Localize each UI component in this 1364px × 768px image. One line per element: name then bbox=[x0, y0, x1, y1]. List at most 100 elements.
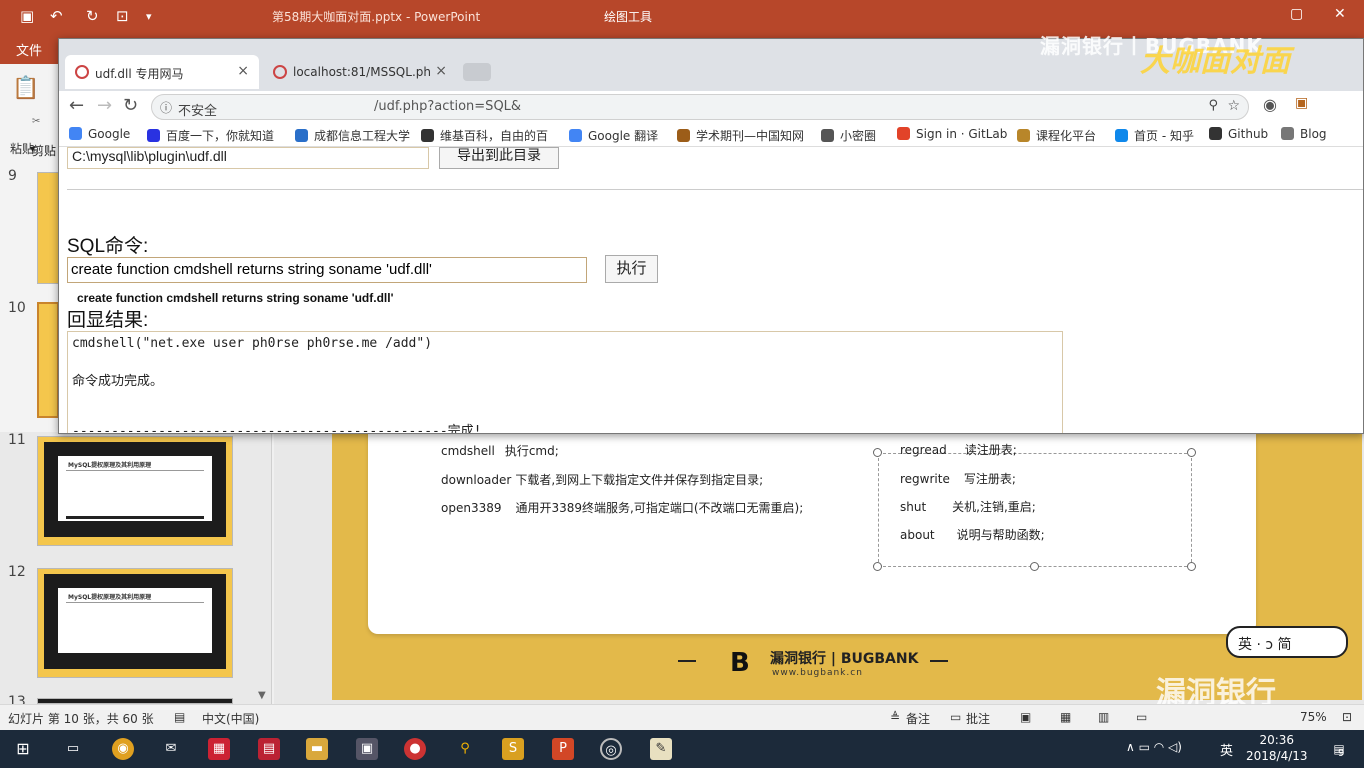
watermark-logo: 大咖面对面 bbox=[1140, 44, 1290, 79]
input-language[interactable]: 英 bbox=[1220, 740, 1233, 759]
sublime-icon[interactable]: S bbox=[502, 738, 524, 760]
resize-handle[interactable] bbox=[1187, 448, 1196, 457]
bookmark-github[interactable]: Github bbox=[1209, 127, 1268, 141]
app-icon[interactable]: ● bbox=[404, 738, 426, 760]
app-icon[interactable]: ▤ bbox=[258, 738, 280, 760]
extension-icon[interactable]: ◉ bbox=[1263, 95, 1277, 114]
customize-icon[interactable]: ▾ bbox=[146, 10, 152, 23]
notes-icon[interactable]: ≜ bbox=[890, 710, 900, 724]
navigation-bar: ← → ↻ ⓘ 不安全 /udf.php?action=SQL& ⚲ ☆ ◉ ▣ bbox=[59, 91, 1363, 121]
resize-handle[interactable] bbox=[1187, 562, 1196, 571]
slide-thumbnail-11[interactable]: MySQL提权原理及其利用原理 bbox=[37, 436, 233, 546]
reading-view-icon[interactable]: ▥ bbox=[1098, 710, 1109, 724]
present-icon[interactable]: ⊡ bbox=[116, 7, 129, 25]
paste-icon[interactable]: 📋 bbox=[12, 76, 39, 101]
new-tab-button[interactable] bbox=[463, 63, 491, 81]
tab-mssql[interactable]: localhost:81/MSSQL.ph × bbox=[263, 55, 457, 89]
notes-app-icon[interactable]: ✎ bbox=[650, 738, 672, 760]
slide-thumbnail-12[interactable]: MySQL提权原理及其利用原理 bbox=[37, 568, 233, 678]
undo-icon[interactable]: ↶ bbox=[50, 7, 63, 25]
url-text[interactable]: /udf.php?action=SQL& bbox=[374, 99, 521, 114]
search-icon[interactable]: ⚲ bbox=[454, 738, 476, 760]
bookmark-xiaomiquan[interactable]: 小密圈 bbox=[821, 127, 876, 144]
powerpoint-status-bar: 幻灯片 第 10 张，共 60 张 ▤ 中文(中国) ≜ 备注 ▭ 批注 ▣ ▦… bbox=[0, 704, 1364, 730]
resize-handle[interactable] bbox=[1030, 562, 1039, 571]
sorter-view-icon[interactable]: ▦ bbox=[1060, 710, 1071, 724]
zoom-level[interactable]: 75% bbox=[1300, 710, 1327, 724]
bookmark-star-icon[interactable]: ☆ bbox=[1227, 98, 1240, 114]
bookmark-course-platform[interactable]: 课程化平台 bbox=[1017, 127, 1096, 144]
bookmark-gitlab[interactable]: Sign in · GitLab bbox=[897, 127, 1007, 141]
clock-time: 20:36 bbox=[1259, 733, 1295, 747]
notes-button[interactable]: 备注 bbox=[906, 710, 930, 727]
bookmark-google-translate[interactable]: Google 翻译 bbox=[569, 127, 658, 144]
obs-icon[interactable]: ◎ bbox=[600, 738, 622, 760]
slide-thumbnail-10[interactable] bbox=[37, 302, 59, 418]
favicon-icon bbox=[273, 65, 287, 79]
tab-udf-webshell[interactable]: udf.dll 专用网马 × bbox=[65, 55, 259, 89]
windows-taskbar: ⊞ ▭ ◉ ✉ ▦ ▤ ▬ ▣ ● ⚲ S P ◎ ✎ ∧ ▭ ◠ ◁) 英 2… bbox=[0, 730, 1364, 768]
language-status[interactable]: 中文(中国) bbox=[202, 710, 259, 727]
plugin-path-field[interactable]: C:\mysql\lib\plugin\udf.dll bbox=[67, 147, 429, 169]
bookmark-cnki[interactable]: 学术期刊—中国知网 bbox=[677, 127, 804, 144]
tab-label: localhost:81/MSSQL.ph bbox=[293, 65, 431, 79]
sql-command-input[interactable]: create function cmdshell returns string … bbox=[67, 257, 587, 283]
resize-handle[interactable] bbox=[873, 562, 882, 571]
clock[interactable]: 20:36 2018/4/13 bbox=[1246, 732, 1308, 764]
comments-icon[interactable]: ▭ bbox=[950, 710, 961, 724]
zoom-icon[interactable]: ⚲ bbox=[1208, 98, 1218, 113]
command-row: regread 读注册表; bbox=[900, 443, 1017, 457]
save-icon[interactable]: ▣ bbox=[20, 7, 34, 25]
slide-thumbnail-9[interactable] bbox=[37, 172, 59, 284]
app-icon[interactable]: ▦ bbox=[208, 738, 230, 760]
bookmark-google[interactable]: Google bbox=[69, 127, 130, 141]
close-tab-icon[interactable]: × bbox=[237, 63, 249, 79]
extension-icon[interactable]: ▣ bbox=[1295, 95, 1308, 111]
redo-icon[interactable]: ↻ bbox=[86, 7, 99, 25]
chrome-icon[interactable]: ◉ bbox=[112, 738, 134, 760]
forward-icon[interactable]: → bbox=[97, 95, 112, 116]
slideshow-icon[interactable]: ▭ bbox=[1136, 710, 1147, 724]
bookmark-baidu[interactable]: 百度一下，你就知道 bbox=[147, 127, 274, 144]
export-button[interactable]: 导出到此目录 bbox=[439, 147, 559, 169]
cut-label[interactable]: 剪贴 bbox=[32, 142, 56, 159]
windows-start-icon[interactable]: ⊞ bbox=[12, 738, 34, 760]
slide-count: 幻灯片 第 10 张，共 60 张 bbox=[8, 712, 154, 726]
thumbnail-header: MySQL提权原理及其利用原理 bbox=[68, 462, 152, 469]
bookmark-blog[interactable]: Blog bbox=[1281, 127, 1327, 141]
comments-button[interactable]: 批注 bbox=[966, 710, 990, 727]
scroll-down-icon[interactable]: ▼ bbox=[258, 690, 266, 701]
address-bar[interactable]: ⓘ 不安全 /udf.php?action=SQL& ⚲ ☆ bbox=[151, 94, 1249, 120]
system-tray-icons[interactable]: ∧ ▭ ◠ ◁) bbox=[1126, 740, 1182, 754]
bookmark-zhihu[interactable]: 首页 - 知乎 bbox=[1115, 127, 1194, 144]
bookmark-wikipedia[interactable]: 维基百科，自由的百 bbox=[421, 127, 548, 144]
cut-icon[interactable]: ✂ bbox=[32, 116, 40, 127]
normal-view-icon[interactable]: ▣ bbox=[1020, 710, 1031, 724]
task-view-icon[interactable]: ▭ bbox=[62, 738, 84, 760]
ime-toolbar[interactable]: 英 · ɔ 简 bbox=[1226, 626, 1348, 658]
security-indicator[interactable]: 不安全 bbox=[178, 100, 217, 119]
file-explorer-icon[interactable]: ▬ bbox=[306, 738, 328, 760]
restore-icon[interactable]: ▢ bbox=[1290, 6, 1303, 22]
mail-icon[interactable]: ✉ bbox=[160, 738, 182, 760]
terminal-icon[interactable]: ▣ bbox=[356, 738, 378, 760]
info-icon[interactable]: ⓘ bbox=[160, 99, 172, 116]
powerpoint-icon[interactable]: P bbox=[552, 738, 574, 760]
slide-number-11: 11 bbox=[8, 432, 26, 448]
execute-button[interactable]: 执行 bbox=[605, 255, 658, 283]
footer-divider bbox=[930, 660, 948, 662]
bookmark-cuit[interactable]: 成都信息工程大学 bbox=[295, 127, 410, 144]
command-row: regwrite 写注册表; bbox=[900, 472, 1016, 486]
close-icon[interactable]: ✕ bbox=[1334, 6, 1346, 22]
sql-command-label: SQL命令: bbox=[67, 236, 149, 257]
resize-handle[interactable] bbox=[873, 448, 882, 457]
chrome-window: udf.dll 专用网马 × localhost:81/MSSQL.ph × ←… bbox=[58, 38, 1364, 434]
reload-icon[interactable]: ↻ bbox=[123, 95, 138, 116]
powerpoint-title-bar: ▣ ↶ ↻ ⊡ ▾ 第58期大咖面对面.pptx - PowerPoint 绘图… bbox=[0, 0, 1364, 32]
close-tab-icon[interactable]: × bbox=[435, 63, 447, 79]
back-icon[interactable]: ← bbox=[69, 95, 84, 116]
result-output-box[interactable]: cmdshell("net.exe user ph0rse ph0rse.me … bbox=[67, 331, 1063, 433]
fit-slide-icon[interactable]: ⊡ bbox=[1342, 710, 1352, 724]
file-tab[interactable]: 文件 bbox=[16, 40, 42, 59]
spellcheck-icon[interactable]: ▤ bbox=[174, 710, 185, 724]
